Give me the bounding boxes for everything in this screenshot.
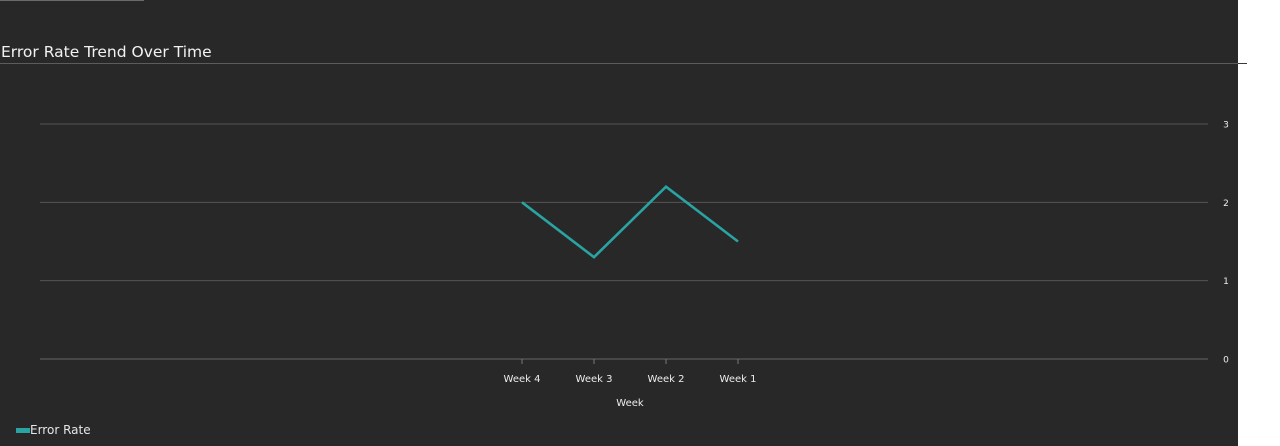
legend[interactable]: Error Rate bbox=[16, 423, 91, 437]
y-tick-label-2: 2 bbox=[1223, 199, 1229, 209]
x-tick-label-2: Week 3 bbox=[576, 374, 613, 385]
y-tick-label-0: 0 bbox=[1223, 356, 1229, 366]
x-tick-label-4: Week 1 bbox=[720, 374, 757, 385]
line-chart: 0 1 2 3 Week 4 Week 3 Week 2 Week 1 Week bbox=[40, 121, 1229, 409]
series-line-error-rate bbox=[521, 184, 739, 259]
x-tick-label-1: Week 4 bbox=[504, 374, 541, 385]
x-tick-label-3: Week 2 bbox=[648, 374, 685, 385]
legend-swatch-error-rate bbox=[16, 427, 30, 433]
y-tick-label-1: 1 bbox=[1223, 277, 1229, 287]
chart-panel: Error Rate Trend Over Time 0 1 2 3 Week 4 Wee… bbox=[0, 0, 1238, 446]
x-axis-title: Week bbox=[616, 398, 644, 409]
y-tick-label-3: 3 bbox=[1223, 121, 1229, 131]
edge-marker bbox=[1238, 63, 1247, 64]
legend-label-error-rate: Error Rate bbox=[30, 423, 91, 437]
